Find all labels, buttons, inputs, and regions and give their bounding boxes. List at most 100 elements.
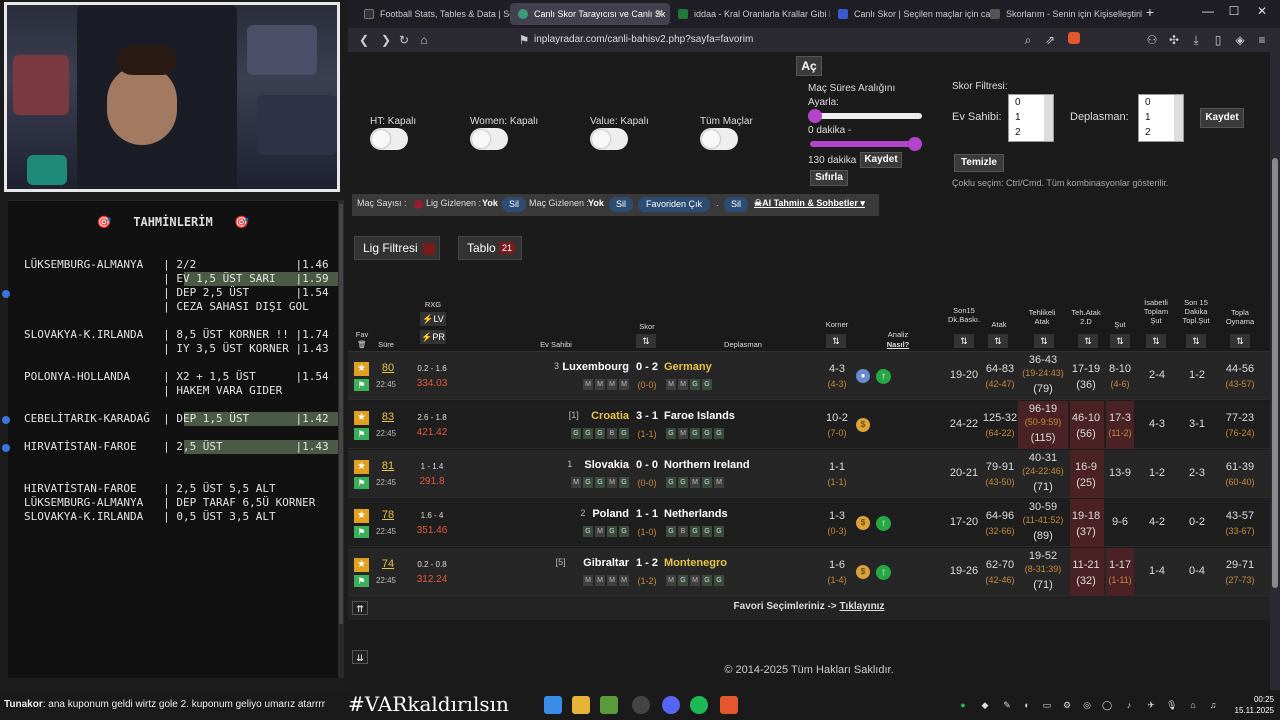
home-team-name[interactable]: Gibraltar (583, 557, 629, 569)
tray-icon[interactable]: ✈ (1146, 700, 1156, 710)
min-slider-knob[interactable] (808, 109, 822, 123)
all-matches-toggle[interactable] (700, 128, 738, 150)
notepad-scrollbar[interactable] (338, 200, 344, 678)
ai-prediction-dropdown[interactable]: ☠AI Tahmin & Sohbetler ▾ (754, 198, 865, 209)
away-team-name[interactable]: Montenegro (664, 557, 727, 569)
vpn-icon[interactable]: ◈ (1232, 32, 1248, 48)
match-minute-link[interactable]: 74 (376, 558, 400, 570)
minimize-icon[interactable]: — (1198, 4, 1218, 18)
sort-ontarget-icon[interactable]: ⇅ (1146, 334, 1166, 348)
tray-icon[interactable]: ✎ (1002, 700, 1012, 710)
match-minute-link[interactable]: 83 (376, 411, 400, 423)
system-clock[interactable]: 00:25 15.11.2025 (1228, 694, 1274, 716)
tray-icon[interactable]: ◐ (1022, 700, 1032, 710)
tray-icon[interactable]: ⚙ (1062, 700, 1072, 710)
brave-browser-icon[interactable] (720, 696, 738, 714)
back-icon[interactable]: ❮ (356, 32, 372, 48)
favorite-star-icon[interactable]: ★ (354, 509, 369, 523)
close-tab-icon[interactable]: ✕ (655, 3, 664, 25)
away-team-name[interactable]: Germany (664, 361, 712, 373)
discord-icon[interactable] (662, 696, 680, 714)
spotify-tray-icon[interactable]: ● (958, 700, 968, 710)
tab-canli-skor-tarayicisi[interactable]: Canlı Skor Tarayıcısı ve Canlı Sk ✕ (510, 3, 670, 25)
remove-favorite-button[interactable]: Favoriden Çık (638, 197, 710, 212)
tray-icon[interactable]: ▭ (1042, 700, 1052, 710)
tray-icon[interactable]: ◎ (1082, 700, 1092, 710)
file-explorer-icon[interactable] (572, 696, 590, 714)
trend-up-icon[interactable]: ↑ (876, 565, 891, 580)
women-toggle[interactable] (470, 128, 508, 150)
spotify-icon[interactable] (690, 696, 708, 714)
sort-teh2d-icon[interactable]: ⇅ (1078, 334, 1098, 348)
away-score-select[interactable]: 0 1 2 (1138, 94, 1184, 142)
table-button[interactable]: Tablo 21 (458, 236, 522, 260)
delete-league-button[interactable]: Sil (502, 197, 526, 212)
favorite-star-icon[interactable]: ★ (354, 362, 369, 376)
new-tab-icon[interactable]: + (1140, 4, 1160, 20)
reset-button[interactable]: Sıfırla (810, 170, 848, 186)
brave-shield-icon[interactable] (1066, 32, 1082, 48)
sidebar-icon[interactable]: ▯ (1210, 32, 1226, 48)
value-toggle[interactable] (590, 128, 628, 150)
share-icon[interactable]: ⇗ (1042, 32, 1058, 48)
maximize-icon[interactable]: ☐ (1224, 4, 1244, 18)
puzzle-icon[interactable]: ✣ (1166, 32, 1182, 48)
match-minute-link[interactable]: 80 (376, 362, 400, 374)
bookmark-icon[interactable]: ⚑ (516, 32, 532, 48)
sort-danger-icon[interactable]: ⇅ (1034, 334, 1054, 348)
home-team-name[interactable]: Croatia (591, 410, 629, 422)
tray-icon[interactable]: ♪ (1124, 700, 1134, 710)
league-filter-button[interactable]: Lig Filtresi (354, 236, 440, 260)
tab-skorlarim[interactable]: Skorlarım - Senin için Kişiselleştirilm (982, 3, 1142, 25)
mic-icon[interactable]: 🎙 (1166, 700, 1177, 710)
lv-button[interactable]: ⚡LV (420, 312, 446, 326)
money-bag-icon[interactable]: $ (856, 565, 870, 579)
menu-icon[interactable]: ≡ (1254, 32, 1270, 48)
sort-shot-icon[interactable]: ⇅ (1110, 334, 1130, 348)
max-slider-track[interactable] (810, 141, 922, 147)
home-icon[interactable]: ⌂ (416, 32, 432, 48)
tray-icon[interactable]: ◯ (1102, 700, 1112, 710)
tray-icon[interactable]: ◆ (980, 700, 990, 710)
forward-icon[interactable]: ❯ (378, 32, 394, 48)
volume-icon[interactable]: ♫ (1208, 700, 1218, 710)
stats-flag-icon[interactable]: ⚑ (354, 477, 369, 489)
zoom-icon[interactable]: ⌕ (1020, 32, 1036, 48)
download-icon[interactable]: ⤓ (1188, 32, 1204, 48)
windows-start-icon[interactable] (544, 696, 562, 714)
scroll-bottom-button[interactable]: ⇊ (352, 650, 368, 664)
save-range-button[interactable]: Kaydet (860, 152, 902, 168)
home-team-name[interactable]: Slovakia (584, 459, 629, 471)
page-scrollbar[interactable] (1270, 52, 1280, 690)
stats-flag-icon[interactable]: ⚑ (354, 379, 369, 391)
away-team-name[interactable]: Northern Ireland (664, 459, 750, 471)
extension-icon[interactable]: ⚇ (1144, 32, 1160, 48)
pr-button[interactable]: ⚡PR (420, 330, 446, 344)
home-team-name[interactable]: Poland (592, 508, 629, 520)
obs-icon[interactable] (632, 696, 650, 714)
address-bar[interactable]: inplayradar.com/canli-bahisv2.php?sayfa=… (534, 31, 1054, 49)
delete-button[interactable]: Sil (724, 197, 748, 212)
delete-match-button[interactable]: Sil (609, 197, 633, 212)
stats-flag-icon[interactable]: ⚑ (354, 428, 369, 440)
min-slider-track[interactable] (810, 113, 922, 119)
sort-son15shot-icon[interactable]: ⇅ (1186, 334, 1206, 348)
trash-icon[interactable]: 🗑 (350, 340, 374, 349)
away-team-name[interactable]: Faroe Islands (664, 410, 735, 422)
save-score-button[interactable]: Kaydet (1200, 108, 1244, 128)
how-link[interactable]: Nasıl? (878, 340, 918, 349)
money-bag-icon[interactable]: $ (856, 516, 870, 530)
trend-up-icon[interactable]: ↑ (876, 369, 891, 384)
close-window-icon[interactable]: ✕ (1252, 4, 1272, 18)
favorite-star-icon[interactable]: ★ (354, 460, 369, 474)
open-button[interactable]: Aç (796, 56, 822, 76)
stats-flag-icon[interactable]: ⚑ (354, 526, 369, 538)
favorite-star-icon[interactable]: ★ (354, 411, 369, 425)
reload-icon[interactable]: ↻ (396, 32, 412, 48)
notepad-app-icon[interactable] (600, 696, 618, 714)
match-minute-link[interactable]: 78 (376, 509, 400, 521)
sort-son15-icon[interactable]: ⇅ (954, 334, 974, 348)
trend-up-icon[interactable]: ↑ (876, 516, 891, 531)
favorite-star-icon[interactable]: ★ (354, 558, 369, 572)
money-bag-icon[interactable]: $ (856, 418, 870, 432)
